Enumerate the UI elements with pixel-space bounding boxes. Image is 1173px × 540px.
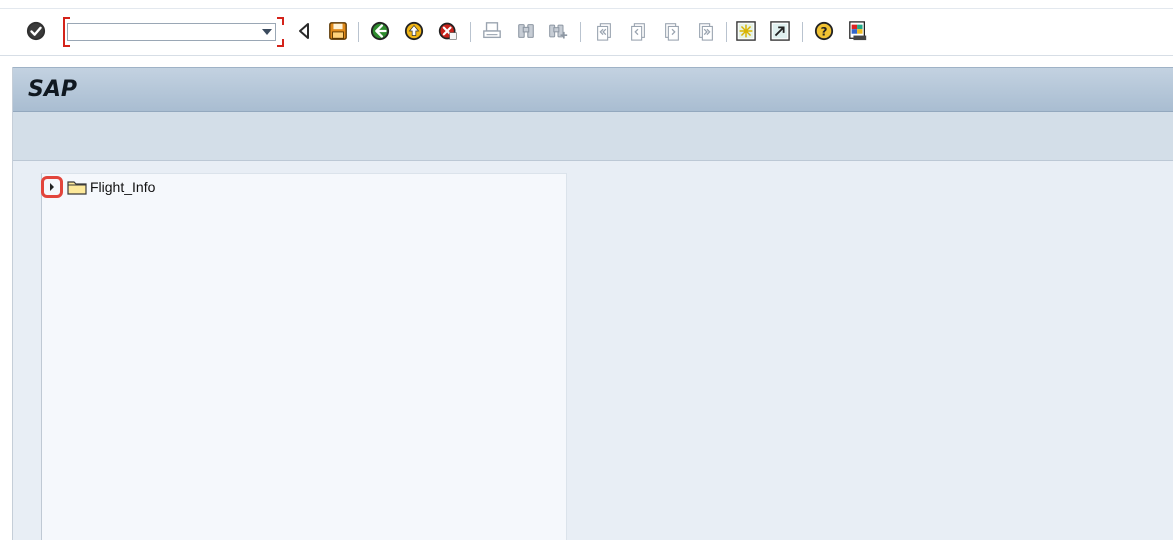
- previous-page-icon[interactable]: [628, 21, 648, 41]
- tree-panel: Flight_Info: [41, 173, 567, 540]
- tree-node-label: Flight_Info: [90, 179, 156, 195]
- command-input[interactable]: [67, 23, 259, 41]
- tree-node[interactable]: Flight_Info: [41, 176, 156, 198]
- main-window: SAP Flight_Info: [12, 67, 1173, 540]
- next-page-icon[interactable]: [662, 21, 682, 41]
- triangle-right-icon: [50, 183, 54, 191]
- create-session-icon[interactable]: [736, 21, 756, 41]
- cancel-icon[interactable]: [438, 21, 458, 41]
- help-icon[interactable]: ?: [814, 21, 834, 41]
- shortcut-icon[interactable]: [770, 21, 790, 41]
- chevron-down-icon: [261, 29, 272, 35]
- application-toolbar: [13, 112, 1173, 161]
- command-dropdown-button[interactable]: [258, 23, 276, 41]
- svg-text:?: ?: [821, 25, 828, 39]
- back-icon[interactable]: [370, 21, 390, 41]
- customize-layout-icon[interactable]: [848, 21, 868, 41]
- command-field: [63, 17, 284, 47]
- print-icon[interactable]: [482, 21, 502, 41]
- system-toolbar: ?: [0, 8, 1173, 56]
- find-next-icon[interactable]: [548, 21, 568, 41]
- exit-icon[interactable]: [404, 21, 424, 41]
- window-title: SAP: [28, 77, 77, 102]
- first-page-icon[interactable]: [594, 21, 614, 41]
- back-triangle-icon[interactable]: [294, 21, 314, 41]
- expand-node-button[interactable]: [41, 176, 63, 198]
- save-icon[interactable]: [328, 21, 348, 41]
- find-icon[interactable]: [516, 21, 536, 41]
- folder-icon: [67, 179, 87, 195]
- enter-icon[interactable]: [26, 21, 46, 41]
- content-area: Flight_Info: [13, 161, 1173, 540]
- title-bar: SAP: [13, 67, 1173, 112]
- last-page-icon[interactable]: [696, 21, 716, 41]
